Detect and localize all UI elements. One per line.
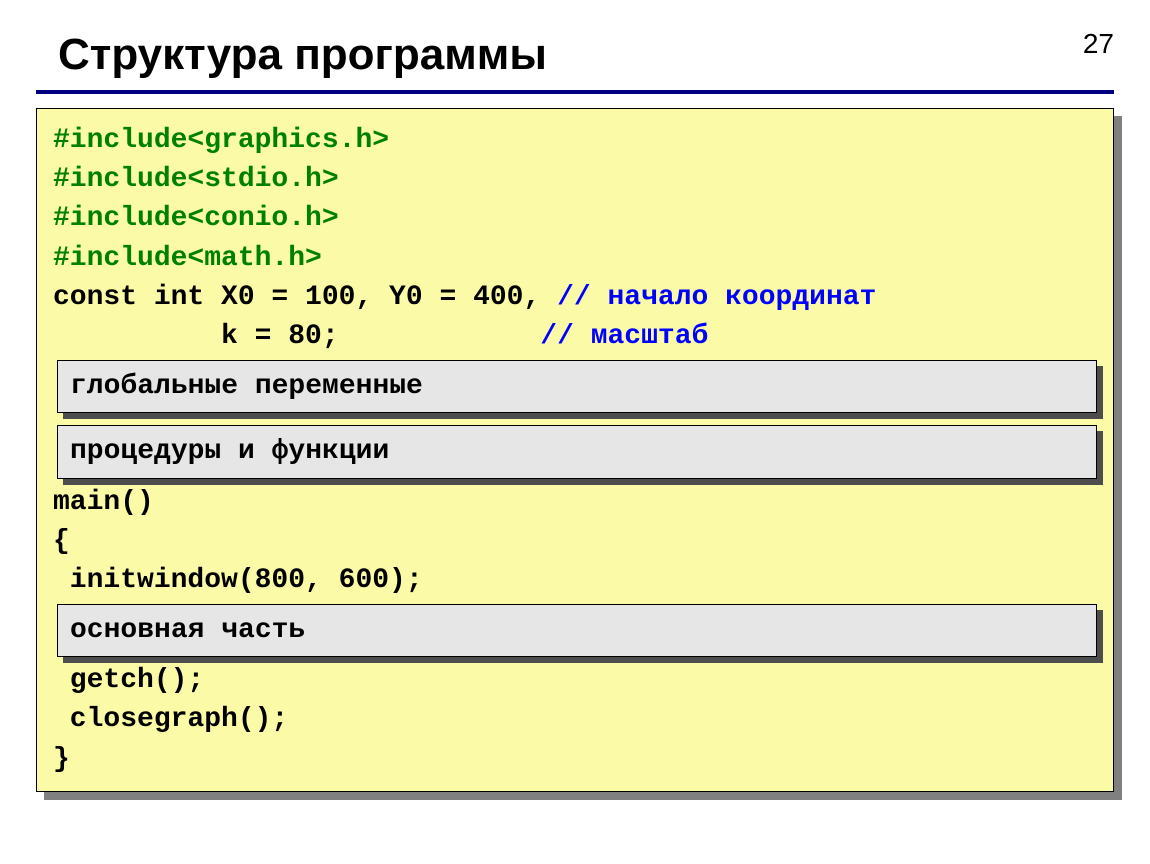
const-line-1: const int X0 = 100, Y0 = 400, // начало …	[53, 278, 1097, 317]
include-math: #include<math.h>	[53, 239, 1097, 278]
procs-box-wrap: процедуры и функции	[57, 425, 1097, 478]
procs-box: процедуры и функции	[57, 425, 1097, 478]
comment-origin: // начало координат	[557, 282, 876, 313]
initwindow-call: initwindow(800, 600);	[53, 561, 1097, 600]
main-part-box: основная часть	[57, 604, 1097, 657]
include-stdio: #include<stdio.h>	[53, 160, 1097, 199]
title-rule	[36, 90, 1114, 94]
page-number: 27	[1083, 28, 1114, 60]
include-conio: #include<conio.h>	[53, 199, 1097, 238]
globals-box: глобальные переменные	[57, 360, 1097, 413]
main-decl: main()	[53, 483, 1097, 522]
globals-box-wrap: глобальные переменные	[57, 360, 1097, 413]
closegraph-call: closegraph();	[53, 700, 1097, 739]
slide: 27 Структура программы #include<graphics…	[0, 0, 1150, 864]
code-block-shadow: #include<graphics.h> #include<stdio.h> #…	[36, 108, 1114, 792]
comment-scale: // масштаб	[540, 321, 708, 352]
include-graphics: #include<graphics.h>	[53, 121, 1097, 160]
code-block: #include<graphics.h> #include<stdio.h> #…	[36, 108, 1114, 792]
getch-call: getch();	[53, 661, 1097, 700]
const-decl-2: k = 80;	[53, 321, 540, 352]
const-decl-1: const int X0 = 100, Y0 = 400,	[53, 282, 557, 313]
brace-close: }	[53, 740, 1097, 779]
slide-title: Структура программы	[58, 30, 1114, 80]
const-line-2: k = 80; // масштаб	[53, 317, 1097, 356]
brace-open: {	[53, 522, 1097, 561]
main-part-box-wrap: основная часть	[57, 604, 1097, 657]
